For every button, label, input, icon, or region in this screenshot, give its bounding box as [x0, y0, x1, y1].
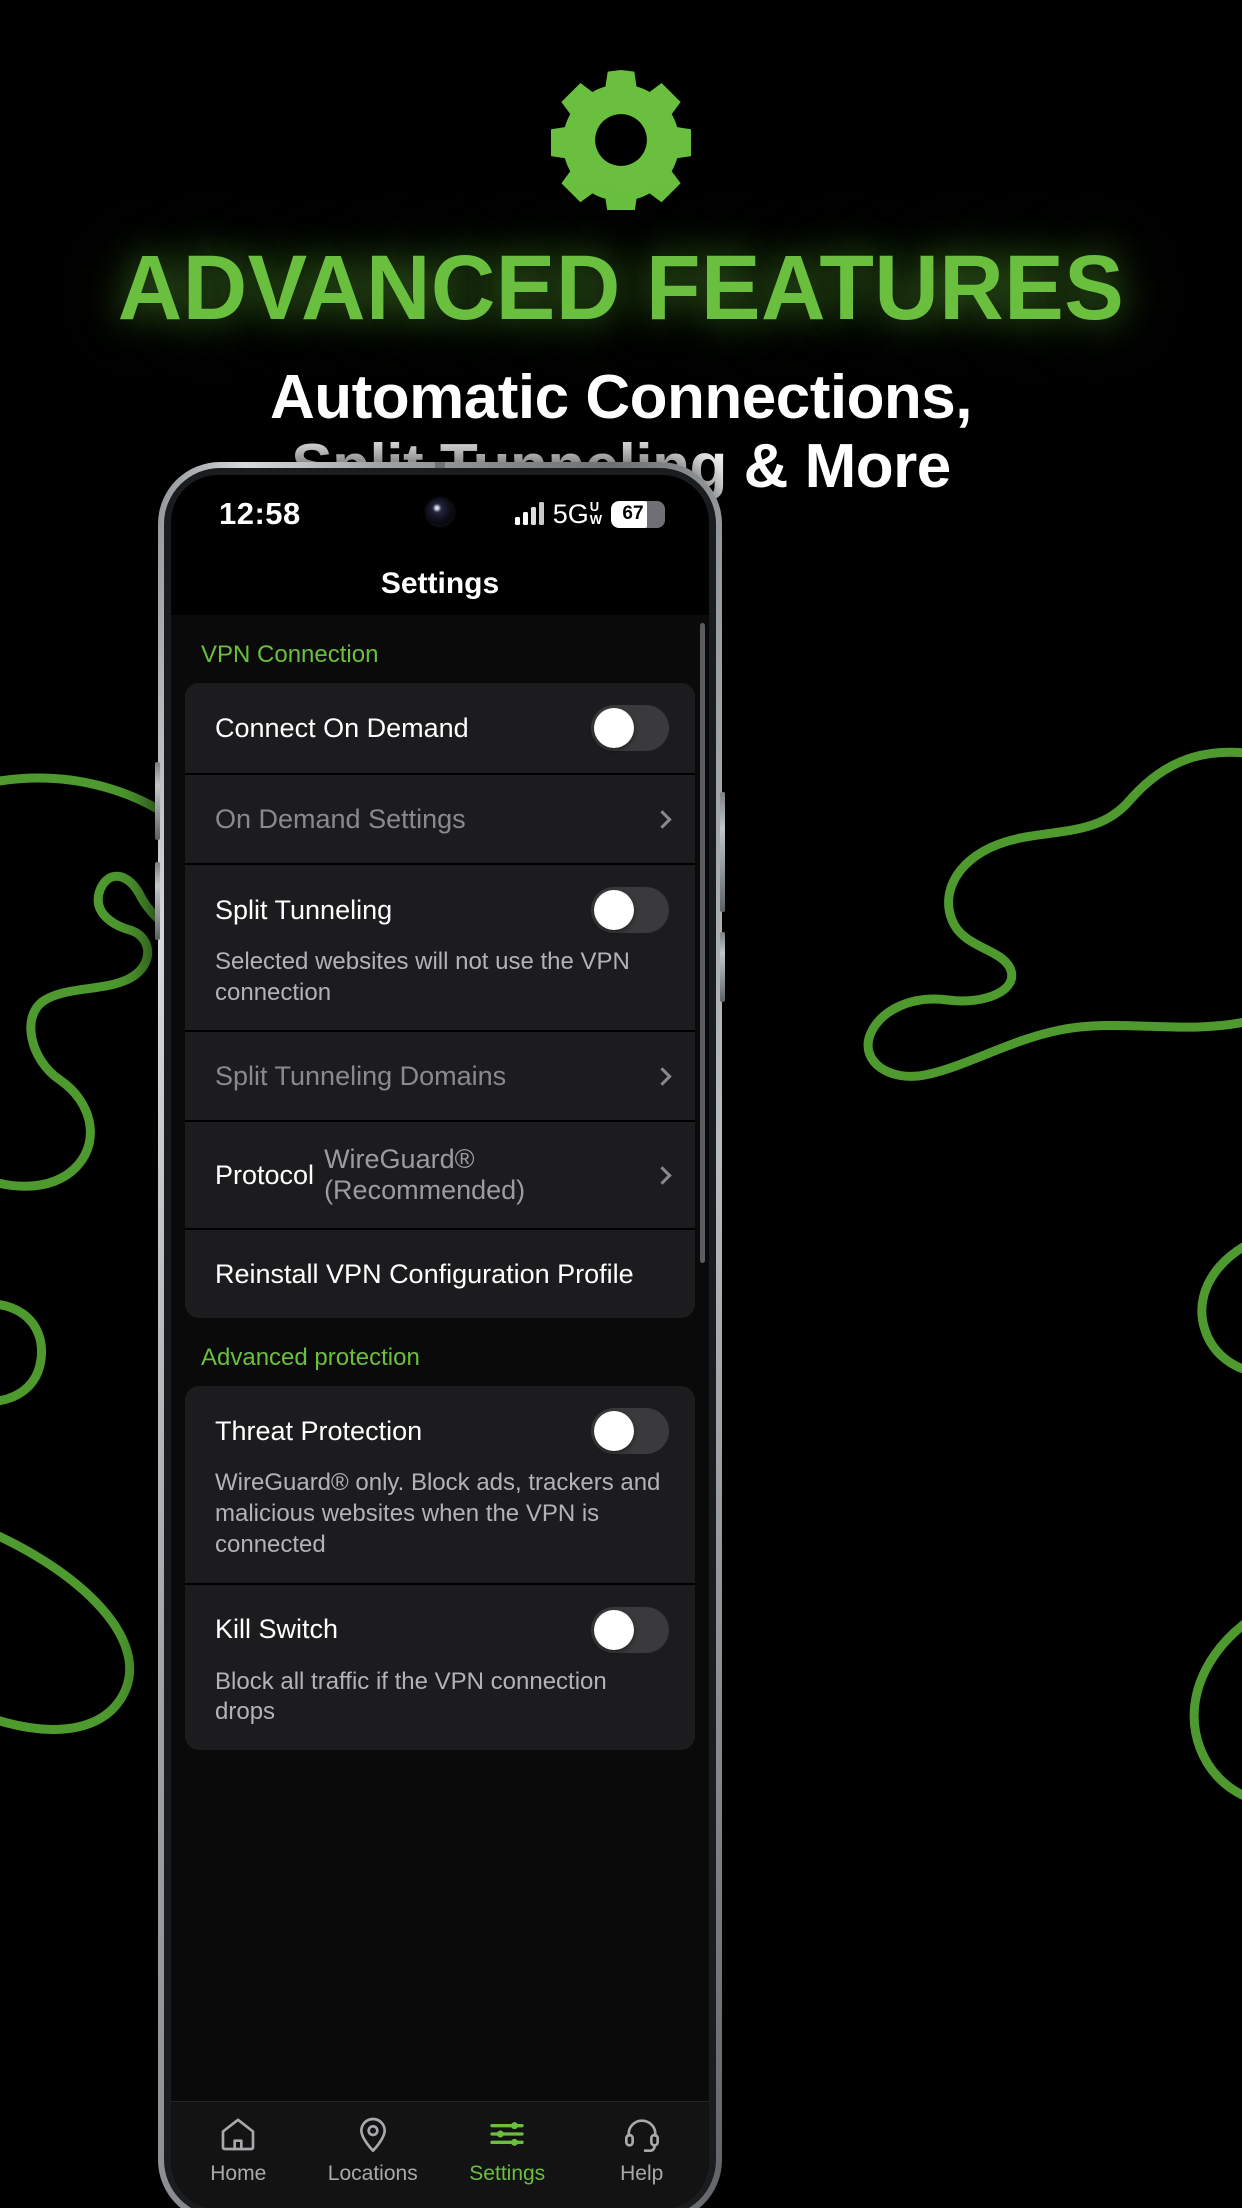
row-split-tunneling-domains-label: Split Tunneling Domains: [215, 1060, 507, 1091]
network-type-text: 5G: [552, 498, 589, 529]
network-uw-badge: U W: [589, 498, 602, 527]
volume-down-button[interactable]: [155, 862, 160, 940]
row-reinstall-vpn-profile-label: Reinstall VPN Configuration Profile: [215, 1258, 634, 1289]
status-bar-indicators: 5G U W 67: [514, 499, 665, 530]
gear-icon: [551, 70, 691, 210]
settings-group-advanced-protection: Threat Protection WireGuard® only. Block…: [185, 1386, 695, 1751]
row-kill-switch-label: Kill Switch: [215, 1614, 339, 1645]
row-kill-switch[interactable]: Kill Switch Block all traffic if the VPN…: [185, 1582, 695, 1751]
cellular-signal-icon: [514, 502, 544, 525]
status-bar-clock: 12:58: [219, 496, 301, 531]
tab-locations[interactable]: Locations: [306, 2114, 441, 2186]
row-protocol-value: WireGuard® (Recommended): [324, 1144, 526, 1206]
toggle-knob: [594, 708, 634, 748]
navigation-bar: Settings: [171, 553, 709, 615]
phone-screen: 12:58 5G U W 67 Settings VPN Connection …: [171, 475, 709, 2208]
section-header-vpn-connection: VPN Connection: [201, 641, 379, 668]
action-button[interactable]: [720, 932, 725, 1002]
row-on-demand-settings[interactable]: On Demand Settings: [185, 773, 695, 863]
screen-title: Settings: [380, 567, 500, 600]
tab-home-label: Home: [210, 2162, 267, 2185]
toggle-knob: [594, 1411, 634, 1452]
page-subtitle-line-1: Automatic Connections,: [269, 363, 973, 432]
network-type-label: 5G U W: [553, 499, 602, 530]
gear-icon-wrap: [0, 70, 1242, 210]
row-split-tunneling-label: Split Tunneling: [215, 894, 393, 925]
toggle-split-tunneling[interactable]: [591, 887, 669, 933]
row-reinstall-vpn-profile[interactable]: Reinstall VPN Configuration Profile: [185, 1228, 695, 1319]
bottom-tab-bar: Home Locations Settings Help: [171, 2101, 709, 2208]
tab-help-label: Help: [620, 2162, 664, 2185]
phone-mockup: 12:58 5G U W 67 Settings VPN Connection …: [155, 462, 725, 2208]
volume-up-button[interactable]: [155, 762, 160, 840]
toggle-connect-on-demand[interactable]: [591, 705, 669, 751]
page-title: ADVANCED FEATURES: [117, 237, 1125, 339]
toggle-threat-protection[interactable]: [591, 1408, 669, 1455]
promo-screenshot: ADVANCED FEATURES Automatic Connections,…: [0, 0, 1242, 2208]
row-protocol-label: Protocol: [215, 1159, 315, 1190]
tab-help[interactable]: Help: [575, 2114, 710, 2186]
headset-icon: [624, 2119, 659, 2153]
section-header-advanced-protection: Advanced protection: [201, 1344, 420, 1372]
toggle-knob: [594, 1609, 634, 1650]
toggle-knob: [594, 890, 634, 930]
row-threat-protection[interactable]: Threat Protection WireGuard® only. Block…: [185, 1386, 695, 1583]
row-split-tunneling-domains[interactable]: Split Tunneling Domains: [185, 1030, 695, 1121]
row-threat-protection-label: Threat Protection: [215, 1415, 423, 1446]
row-kill-switch-subtitle: Block all traffic if the VPN connection …: [215, 1667, 607, 1726]
row-connect-on-demand[interactable]: Connect On Demand: [185, 683, 695, 773]
row-protocol[interactable]: Protocol WireGuard® (Recommended): [185, 1120, 695, 1229]
row-split-tunneling-subtitle: Selected websites will not use the VPN c…: [215, 948, 630, 1006]
hero-block: ADVANCED FEATURES Automatic Connections,…: [0, 0, 1242, 502]
chevron-right-icon: [653, 809, 672, 829]
chevron-right-icon: [653, 1166, 672, 1185]
tab-locations-label: Locations: [327, 2162, 418, 2185]
home-icon: [221, 2118, 255, 2151]
settings-group-vpn-connection: Connect On Demand On Demand Settings Spl…: [185, 683, 695, 1319]
front-camera-punchhole: [427, 499, 453, 525]
vertical-scrollbar[interactable]: [700, 623, 705, 1263]
tab-home[interactable]: Home: [171, 2114, 306, 2186]
sliders-icon: [490, 2122, 524, 2146]
tab-settings-label: Settings: [469, 2162, 546, 2185]
battery-percent-label: 67: [622, 503, 644, 524]
row-connect-on-demand-label: Connect On Demand: [215, 712, 469, 743]
tab-settings[interactable]: Settings: [440, 2114, 575, 2186]
battery-icon: 67: [611, 500, 665, 528]
row-on-demand-settings-label: On Demand Settings: [215, 803, 466, 834]
chevron-right-icon: [653, 1067, 672, 1086]
map-pin-icon: [359, 2117, 386, 2152]
toggle-kill-switch[interactable]: [591, 1606, 669, 1653]
row-split-tunneling[interactable]: Split Tunneling Selected websites will n…: [185, 863, 695, 1031]
power-button[interactable]: [720, 792, 725, 912]
row-threat-protection-subtitle: WireGuard® only. Block ads, trackers and…: [215, 1469, 661, 1558]
settings-scroll-area[interactable]: VPN Connection Connect On Demand On Dema…: [171, 615, 709, 2101]
